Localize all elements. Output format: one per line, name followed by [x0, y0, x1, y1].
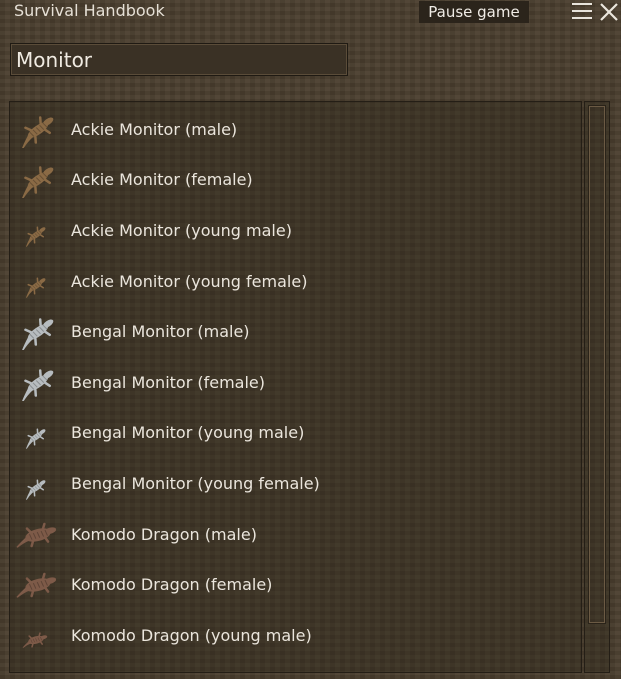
pause-game-button[interactable]: Pause game: [419, 1, 529, 23]
komodo-dragon-icon: [16, 567, 62, 603]
bengal-monitor-icon: [16, 365, 62, 402]
list-item-label: Ackie Monitor (female): [71, 170, 253, 189]
ackie-monitor-icon: [16, 213, 62, 249]
list-item[interactable]: Bengal Monitor (young male): [10, 407, 580, 457]
ackie-monitor-icon: [16, 112, 62, 149]
list-item-label: Bengal Monitor (young male): [71, 423, 305, 442]
ackie-monitor-icon: [16, 264, 62, 300]
list-item[interactable]: Ackie Monitor (young female): [10, 256, 580, 306]
list-item[interactable]: Komodo Dragon (male): [10, 509, 580, 559]
search-input[interactable]: [11, 44, 347, 75]
ackie-monitor-icon: [16, 162, 62, 199]
list-item-label: Komodo Dragon (young male): [71, 626, 312, 645]
list-item[interactable]: Ackie Monitor (male): [10, 104, 580, 154]
scrollbar[interactable]: [584, 101, 610, 673]
search-field[interactable]: [10, 43, 348, 76]
scrollbar-thumb[interactable]: [588, 105, 606, 624]
list-item-label: Komodo Dragon (female): [71, 575, 273, 594]
list-item-label: Ackie Monitor (male): [71, 120, 238, 139]
list-item[interactable]: Komodo Dragon (young male): [10, 610, 580, 660]
close-icon[interactable]: [598, 1, 620, 23]
list-item[interactable]: Bengal Monitor (male): [10, 306, 580, 356]
list-item-label: Bengal Monitor (male): [71, 322, 250, 341]
list-item-label: Bengal Monitor (female): [71, 373, 265, 392]
komodo-dragon-icon: [16, 517, 62, 553]
entry-list: Ackie Monitor (male) Ackie Monitor (femal…: [9, 101, 582, 673]
list-item-label: Ackie Monitor (young female): [71, 272, 308, 291]
bengal-monitor-icon: [16, 314, 62, 351]
menu-icon[interactable]: [572, 3, 592, 20]
title-bar: Survival Handbook Pause game: [0, 0, 621, 24]
list-item[interactable]: Ackie Monitor (female): [10, 154, 580, 204]
list-item[interactable]: Komodo Dragon (female): [10, 559, 580, 609]
list-item-label: Bengal Monitor (young female): [71, 474, 320, 493]
komodo-dragon-icon: [16, 618, 62, 654]
bengal-monitor-icon: [16, 466, 62, 502]
list-item-label: Ackie Monitor (young male): [71, 221, 292, 240]
list-item-label: Komodo Dragon (male): [71, 525, 257, 544]
list-item[interactable]: Ackie Monitor (young male): [10, 205, 580, 255]
list-item[interactable]: Bengal Monitor (female): [10, 357, 580, 407]
window-title: Survival Handbook: [14, 1, 165, 20]
list-item[interactable]: Bengal Monitor (young female): [10, 458, 580, 508]
bengal-monitor-icon: [16, 415, 62, 451]
